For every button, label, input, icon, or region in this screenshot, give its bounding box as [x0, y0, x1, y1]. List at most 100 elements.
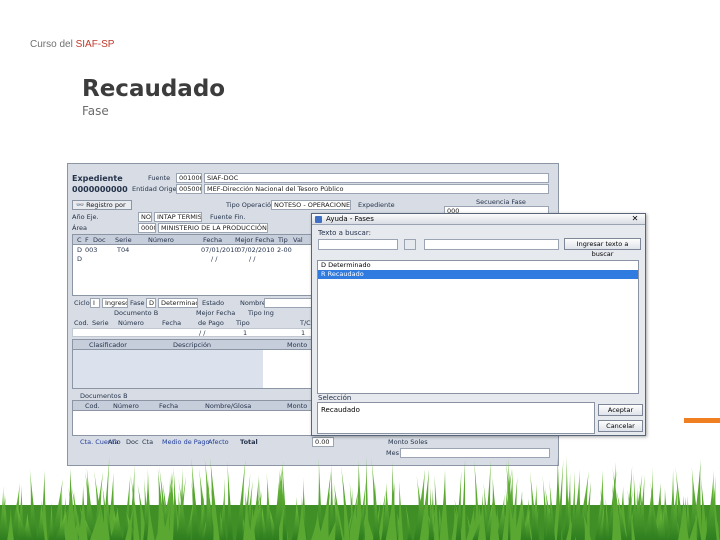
footer-medio-pago[interactable]: Medio de Pago — [162, 438, 210, 446]
grass-decoration — [0, 455, 720, 540]
grid1-col-tip: Tip — [278, 236, 288, 244]
area-label: Área — [72, 224, 87, 232]
grid2-col-fecha: Fecha — [162, 319, 182, 327]
selection-label: Selección — [318, 394, 352, 402]
documentos-grid[interactable]: Cod. Número Fecha Nombre/Glosa Monto — [72, 400, 312, 436]
binoculars-icon: 👓 — [76, 201, 85, 209]
table-cell: / / — [199, 329, 206, 337]
table-row[interactable]: D / / / / — [73, 255, 311, 264]
grid1-col-c: C — [77, 236, 82, 244]
grid2-col-tipo: Tipo — [236, 319, 250, 327]
fase-label: Fase — [130, 299, 145, 307]
operaciones-label: Expediente — [358, 201, 395, 209]
grid1-col-numero: Número — [148, 236, 174, 244]
grid4-col-monto: Monto — [287, 402, 308, 410]
close-icon[interactable]: ✕ — [629, 214, 641, 224]
area-code-field[interactable]: 0000 — [138, 223, 156, 233]
cancel-button[interactable]: Cancelar — [598, 420, 643, 432]
grid1-col-mejor-fecha: Mejor Fecha — [235, 236, 275, 244]
grid2-col-depago: de Pago — [198, 319, 224, 327]
registro-button[interactable]: 👓 Registro por — [72, 200, 132, 210]
course-prefix: Curso del — [30, 39, 76, 50]
grass-blade — [564, 455, 570, 540]
grid2-col-serie: Serie — [92, 319, 109, 327]
ruc-field[interactable]: INTAP TERMIS — [154, 212, 202, 222]
search-input[interactable] — [318, 239, 398, 250]
search-button[interactable]: Ingresar texto a buscar — [564, 238, 641, 258]
dialog-titlebar[interactable]: Ayuda - Fases ✕ — [312, 214, 645, 225]
secuencia-label: Secuencia Fase — [476, 198, 526, 206]
tipo-operacion-field[interactable]: NOTESO - OPERACIONES — [271, 200, 351, 210]
fases-grid[interactable]: C F Doc Serie Número Fecha Mejor Fecha T… — [72, 234, 312, 296]
tipo-operacion-label: Tipo Operación — [226, 201, 276, 209]
entidad-code-field[interactable]: 005000 — [176, 184, 202, 194]
ingreso-field[interactable]: Ingreso — [102, 298, 128, 308]
slide-subtitle: Fase — [82, 104, 109, 118]
area-value-field[interactable]: MINISTERIO DE LA PRODUCCIÓN — [158, 223, 268, 233]
footer-doc: Doc — [126, 438, 139, 446]
accept-button[interactable]: Aceptar — [598, 404, 643, 416]
ayuda-fases-dialog: Ayuda - Fases ✕ Texto a buscar: Ingresar… — [311, 213, 646, 436]
course-brand: SIAF-SP — [75, 39, 115, 50]
grid1-col-f: F — [85, 236, 89, 244]
table-cell: D — [77, 255, 83, 263]
ciclo-field[interactable]: I — [90, 298, 100, 308]
grid3-col-monto: Monto — [287, 341, 308, 349]
list-item-label: Recaudado — [327, 270, 364, 278]
fuente-code-field[interactable]: 001000 — [176, 173, 202, 183]
fase-field[interactable]: D — [146, 298, 156, 308]
ciclo-label: Ciclo — [74, 299, 90, 307]
slide-title: Recaudado — [82, 76, 226, 102]
entidad-value-field[interactable]: MEF-Dirección Nacional del Tesoro Públic… — [204, 184, 549, 194]
table-cell: 003 — [85, 246, 98, 254]
documentos-b-title: Documentos B — [80, 392, 128, 400]
grid1-col-doc: Doc — [93, 236, 106, 244]
nombre-label: Nombre — [240, 299, 266, 307]
list-item[interactable]: D Determinado — [318, 261, 638, 270]
list-item[interactable]: R Recaudado — [318, 270, 638, 279]
fases-list[interactable]: D Determinado R Recaudado — [317, 260, 639, 394]
grid4-col-cod: Cod. — [85, 402, 100, 410]
grid4-col-nombre: Nombre/Glosa — [205, 402, 252, 410]
search-option[interactable] — [404, 239, 416, 250]
fuente-fin-label: Fuente Fin. — [210, 213, 246, 221]
table-cell: / / — [211, 255, 218, 263]
nombre-field[interactable] — [264, 298, 312, 308]
accent-bar — [684, 418, 720, 423]
entidad-label: Entidad Origen — [132, 185, 181, 193]
documentos-grid-header: Cod. Número Fecha Nombre/Glosa Monto — [73, 401, 311, 411]
list-item-code: D — [321, 261, 327, 269]
grass-blade — [173, 466, 179, 540]
table-row[interactable]: / / 1 1 — [72, 328, 312, 337]
grid1-col-val: Val — [293, 236, 303, 244]
table-cell: 07/02/2010 — [237, 246, 275, 254]
course-title: Curso del SIAF-SP — [30, 39, 114, 50]
fuente-label: Fuente — [148, 174, 171, 182]
table-row[interactable]: D 003 T04 07/01/2010 07/02/2010 2-00 — [73, 246, 311, 255]
estado-label: Estado — [202, 299, 225, 307]
grid2-group-mejor: Mejor Fecha — [196, 309, 236, 317]
clasificador-grid[interactable]: Clasificador Descripción Monto — [72, 339, 312, 389]
search-input-2[interactable] — [424, 239, 559, 250]
ano-field[interactable]: NO — [138, 212, 152, 222]
footer-afecto[interactable]: Afecto — [208, 438, 229, 446]
expediente-value: 0000000000 — [72, 185, 128, 194]
grid2-col-cod: Cod. — [74, 319, 89, 327]
table-cell: 1 — [301, 329, 306, 337]
table-cell: 1 — [243, 329, 248, 337]
list-item-label: Determinado — [328, 261, 371, 269]
grass-blade — [227, 460, 233, 540]
selection-field[interactable]: Recaudado — [317, 402, 595, 434]
ano-label: Año Eje. — [72, 213, 99, 221]
grid3-col-clasificador: Clasificador — [89, 341, 127, 349]
registro-button-label: Registro por — [86, 201, 126, 209]
footer-total-field[interactable]: 0.00 — [312, 437, 334, 447]
fuente-value-field[interactable]: SIAF-DOC — [204, 173, 549, 183]
grid3-col-descripcion: Descripción — [173, 341, 212, 349]
search-label: Texto a buscar: — [318, 229, 371, 237]
table-cell: 2-00 — [277, 246, 292, 254]
grid2-col-tc: T/C — [300, 319, 311, 327]
footer-ano: Año — [108, 438, 121, 446]
grid4-col-fecha: Fecha — [159, 402, 179, 410]
determinado-field[interactable]: Determinado — [158, 298, 198, 308]
